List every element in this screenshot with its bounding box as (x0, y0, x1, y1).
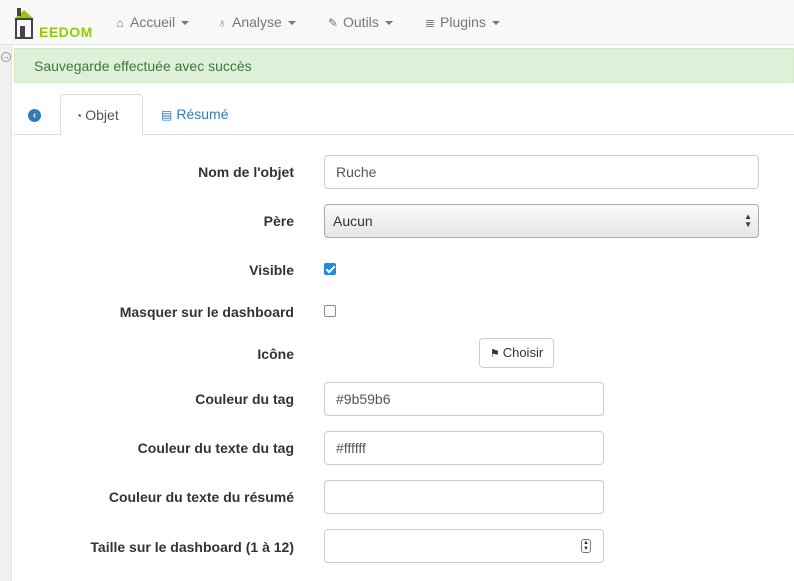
pere-select[interactable]: Aucun ▲ ▼ (324, 204, 759, 238)
list-alt-icon: ▤ (161, 108, 173, 122)
pere-label: Père (263, 213, 294, 229)
tab-objet-label: Objet (85, 107, 119, 123)
masquer-dashboard-label: Masquer sur le dashboard (119, 304, 294, 320)
nav-plugins-label: Plugins (440, 14, 486, 30)
visible-checkbox[interactable] (324, 263, 336, 275)
number-spinner-icon[interactable]: ▲ ▼ (581, 539, 591, 553)
wrench-icon: ✎ (327, 16, 339, 30)
jeedom-logo[interactable]: EEDOM (12, 6, 92, 40)
arrow-circle-left-icon: ‹ (28, 108, 41, 122)
nav-outils[interactable]: ✎ Outils (326, 0, 393, 45)
nom-objet-label: Nom de l'objet (198, 164, 294, 180)
pere-select-value: Aucun (333, 213, 373, 229)
caret-down-icon (181, 21, 190, 26)
success-alert: Sauvegarde effectuée avec succès (14, 48, 794, 83)
couleur-texte-resume-input[interactable] (324, 480, 604, 514)
choisir-button-label: Choisir (502, 345, 544, 360)
nav-analyse[interactable]: ♁ Analyse (215, 0, 296, 45)
taille-dashboard-input[interactable]: ▲ ▼ (324, 529, 604, 563)
tab-back[interactable]: ‹ (28, 94, 41, 135)
caret-down-icon (384, 21, 393, 26)
dashboard-icon: ◔ (75, 109, 83, 123)
sidebar-collapsed-strip (0, 45, 12, 581)
nav-plugins[interactable]: ≣ Plugins (423, 0, 500, 45)
couleur-texte-resume-label: Couleur du texte du résumé (108, 489, 294, 505)
couleur-tag-input[interactable]: #9b59b6 (324, 382, 604, 416)
couleur-texte-tag-input[interactable]: #ffffff (324, 431, 604, 465)
tab-resume[interactable]: ▤ Résumé (161, 94, 228, 135)
tab-resume-label: Résumé (176, 106, 229, 122)
choisir-icone-button[interactable]: ⚑ Choisir (479, 338, 554, 368)
icone-label: Icône (257, 346, 294, 362)
alert-message: Sauvegarde effectuée avec succès (34, 58, 252, 74)
nav-outils-label: Outils (343, 14, 379, 30)
select-arrows-icon: ▲ ▼ (744, 212, 752, 229)
nav-analyse-label: Analyse (232, 14, 282, 30)
flag-icon: ⚑ (489, 348, 500, 360)
nav-accueil-label: Accueil (130, 14, 176, 30)
home-icon: ⌂ (116, 16, 124, 30)
stethoscope-icon: ♁ (217, 16, 227, 30)
masquer-dashboard-checkbox[interactable] (324, 305, 336, 317)
couleur-texte-tag-label: Couleur du texte du tag (137, 440, 294, 456)
logo-text: EEDOM (39, 24, 93, 40)
visible-label: Visible (249, 262, 294, 278)
couleur-tag-label: Couleur du tag (195, 391, 294, 407)
top-navbar: EEDOM ⌂ Accueil ♁ Analyse ✎ Outils ≣ Plugins (0, 0, 794, 45)
taille-dashboard-label: Taille sur le dashboard (1 à 12) (90, 539, 294, 555)
nom-objet-input[interactable]: Ruche (324, 155, 759, 189)
tab-objet[interactable]: ◔ Objet (60, 94, 143, 136)
caret-down-icon (287, 21, 296, 26)
tab-bar: ‹ ◔ Objet ▤ Résumé (14, 94, 794, 136)
sidebar-toggle-icon[interactable]: → (1, 52, 11, 62)
server-icon: ≣ (424, 16, 436, 30)
nav-accueil[interactable]: ⌂ Accueil (113, 0, 190, 45)
caret-down-icon (491, 21, 500, 26)
